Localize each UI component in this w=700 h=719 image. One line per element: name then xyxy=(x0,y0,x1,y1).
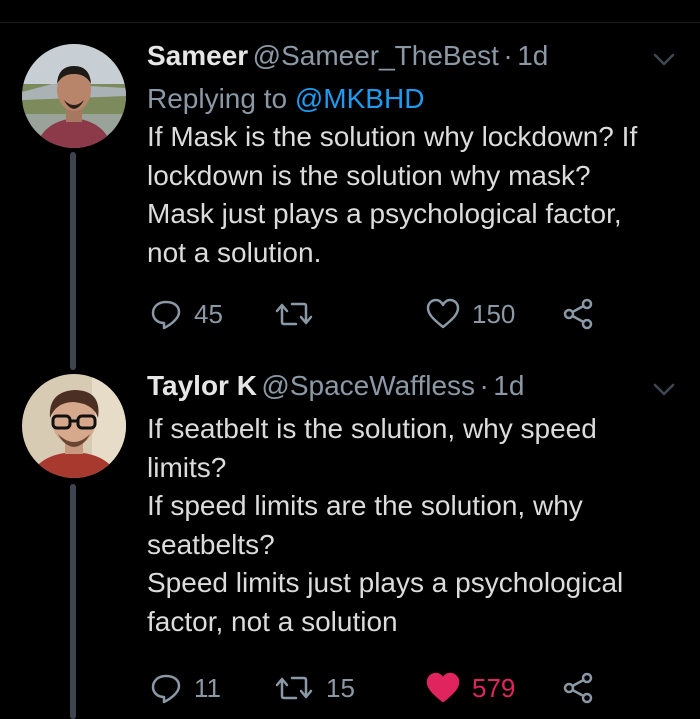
chevron-down-icon[interactable] xyxy=(653,53,675,67)
reply-button[interactable]: 11 xyxy=(150,670,221,706)
thread-line xyxy=(70,484,76,719)
reply-icon xyxy=(151,300,181,330)
mention-link[interactable]: @MKBHD xyxy=(295,83,425,114)
retweet-icon xyxy=(275,302,313,326)
display-name[interactable]: Sameer xyxy=(147,40,248,71)
chevron-down-icon[interactable] xyxy=(653,383,675,397)
reply-count: 45 xyxy=(194,298,223,329)
share-button[interactable] xyxy=(562,296,594,332)
share-button[interactable] xyxy=(562,670,594,706)
reply-icon xyxy=(151,674,181,704)
tweet-text: If seatbelt is the solution, why speed l… xyxy=(147,413,624,637)
avatar[interactable] xyxy=(22,374,126,478)
thread-line xyxy=(70,152,76,370)
separator-dot: · xyxy=(503,40,513,71)
replying-to: Replying to @MKBHD xyxy=(147,80,667,118)
share-icon xyxy=(563,672,593,704)
replying-to-label: Replying to xyxy=(147,83,288,114)
tweet[interactable]: Sameer @Sameer_TheBest · 1d Replying to … xyxy=(147,40,667,272)
tweet-actions: 45 150 xyxy=(150,296,690,332)
like-button[interactable]: 579 xyxy=(426,670,515,706)
avatar[interactable] xyxy=(22,44,126,148)
retweet-count: 15 xyxy=(326,672,355,703)
display-name[interactable]: Taylor K xyxy=(147,370,257,401)
like-icon xyxy=(426,298,460,329)
tweet[interactable]: Taylor K @SpaceWaffless · 1d If seatbelt… xyxy=(147,370,667,641)
reply-button[interactable]: 45 xyxy=(150,296,223,332)
tweet-header: Taylor K @SpaceWaffless · 1d xyxy=(147,370,667,410)
tweet-header: Sameer @Sameer_TheBest · 1d xyxy=(147,40,667,80)
reply-count: 11 xyxy=(194,672,221,703)
timestamp[interactable]: 1d xyxy=(493,370,524,401)
timestamp[interactable]: 1d xyxy=(517,40,548,71)
share-icon xyxy=(563,298,593,330)
top-divider xyxy=(0,22,700,23)
tweet-actions: 11 15 579 xyxy=(150,670,690,706)
like-button[interactable]: 150 xyxy=(426,296,515,332)
tweet-text: If Mask is the solution why lockdown? If… xyxy=(147,121,638,268)
like-count: 579 xyxy=(472,672,516,703)
separator-dot: · xyxy=(479,370,489,401)
user-handle[interactable]: @SpaceWaffless xyxy=(261,370,475,401)
like-icon xyxy=(426,672,460,703)
like-count: 150 xyxy=(472,298,516,329)
retweet-icon xyxy=(275,676,313,700)
user-handle[interactable]: @Sameer_TheBest xyxy=(253,40,499,71)
retweet-button[interactable] xyxy=(274,296,326,332)
retweet-button[interactable]: 15 xyxy=(274,670,355,706)
